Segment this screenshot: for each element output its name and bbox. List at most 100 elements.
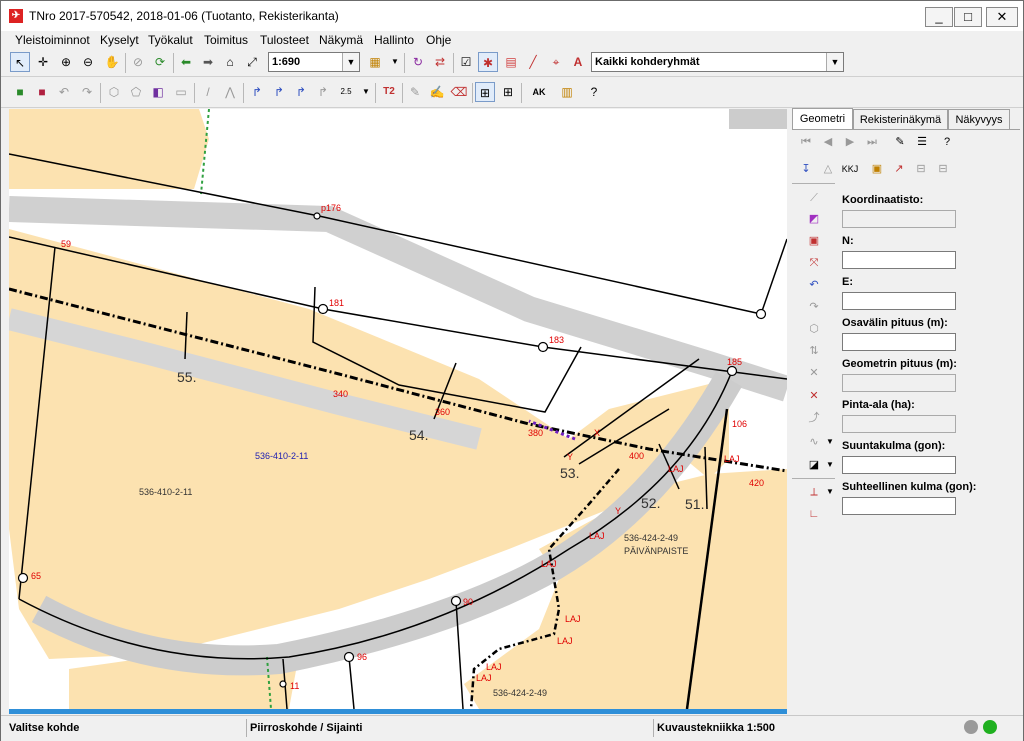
- menu-yleistoiminnot[interactable]: Yleistoiminnot: [13, 31, 92, 49]
- menu-ohje[interactable]: Ohje: [424, 31, 453, 49]
- delete-line-icon[interactable]: ✕: [804, 386, 824, 406]
- crosshair-icon[interactable]: ✛: [33, 52, 53, 72]
- cube-red-icon[interactable]: ■: [32, 82, 52, 102]
- first-vertex-icon[interactable]: ⏮: [796, 132, 816, 152]
- angle-tool-icon[interactable]: ⋀: [220, 82, 240, 102]
- edit-text-icon[interactable]: ✍: [427, 82, 447, 102]
- segment-length-field[interactable]: [842, 333, 956, 351]
- tab-geometri[interactable]: Geometri: [792, 108, 853, 130]
- close-button[interactable]: ✕: [986, 7, 1018, 27]
- e-field[interactable]: [842, 292, 956, 310]
- cancel-icon[interactable]: ⊘: [128, 52, 148, 72]
- menu-kyselyt[interactable]: Kyselyt: [98, 31, 141, 49]
- map-view[interactable]: p176 59 181 183 185 340 360 380 400 106 …: [9, 109, 787, 709]
- menu-tulosteet[interactable]: Tulosteet: [258, 31, 311, 49]
- dimension-icon[interactable]: 2.5: [336, 82, 356, 102]
- text-icon[interactable]: A: [568, 52, 588, 72]
- help-icon[interactable]: ?: [937, 132, 957, 152]
- relative-angle-field[interactable]: [842, 497, 956, 515]
- right-angle-icon[interactable]: ∟: [804, 504, 824, 524]
- tab-nakyvyys[interactable]: Näkyvyys: [948, 109, 1010, 129]
- delete-vertex-icon[interactable]: ⊟: [933, 159, 953, 179]
- maximize-button[interactable]: □: [954, 7, 982, 27]
- extend-icon[interactable]: ⤴: [804, 408, 824, 428]
- point-one-icon[interactable]: ↱: [247, 82, 267, 102]
- rotate-icon[interactable]: ↻: [408, 52, 428, 72]
- grid-frame-icon[interactable]: ⊞: [475, 82, 495, 102]
- undo-vertex-icon[interactable]: ↶: [804, 275, 824, 295]
- select-arrow-icon[interactable]: ↖: [10, 52, 30, 72]
- shape-gray-icon[interactable]: ⬡: [104, 82, 124, 102]
- vertex-icon[interactable]: ▣: [867, 159, 887, 179]
- chevron-down-icon[interactable]: ▼: [820, 482, 840, 502]
- parcel-number: 55.: [177, 369, 196, 385]
- zoom-out-icon[interactable]: ⊖: [78, 52, 98, 72]
- home-icon[interactable]: ⌂: [220, 52, 240, 72]
- slash-tool-icon[interactable]: /: [198, 82, 218, 102]
- chevron-down-icon[interactable]: ▼: [385, 52, 405, 72]
- layer-group-combo[interactable]: Kaikki kohderyhmät ▼: [591, 52, 844, 72]
- menu-nakyma[interactable]: Näkymä: [317, 31, 365, 49]
- snap-point-icon[interactable]: ↧: [796, 159, 816, 179]
- cut-icon[interactable]: ✕: [804, 363, 824, 383]
- map-sheet-icon[interactable]: ▥: [557, 82, 577, 102]
- menu-hallinto[interactable]: Hallinto: [372, 31, 416, 49]
- bus-icon[interactable]: ▭: [171, 82, 191, 102]
- point-label-icon[interactable]: ✱: [478, 52, 498, 72]
- line-draw-icon[interactable]: ⟋: [804, 188, 824, 208]
- minimize-button[interactable]: _: [925, 7, 953, 27]
- text-style-button[interactable]: T2: [379, 82, 399, 102]
- polygon-gray-icon[interactable]: ⬠: [126, 82, 146, 102]
- forward-arrow-icon[interactable]: ➡: [198, 52, 218, 72]
- list-icon[interactable]: ☰: [912, 132, 932, 152]
- redo-vertex-icon[interactable]: ↷: [804, 297, 824, 317]
- zoom-extent-icon[interactable]: ⤢: [242, 52, 262, 72]
- area-add-icon[interactable]: ◩: [804, 209, 824, 229]
- undo-icon[interactable]: ↶: [54, 82, 74, 102]
- target-icon[interactable]: ⌖: [546, 52, 566, 72]
- erase-icon[interactable]: ⌫: [449, 82, 469, 102]
- line-icon[interactable]: ╱: [523, 52, 543, 72]
- n-field[interactable]: [842, 251, 956, 269]
- checklist-icon[interactable]: ☑: [456, 52, 476, 72]
- split-line-icon[interactable]: ⤧: [804, 253, 824, 273]
- cube-purple-icon[interactable]: ◧: [148, 82, 168, 102]
- menu-tyokalut[interactable]: Työkalut: [146, 31, 195, 49]
- chevron-down-icon[interactable]: ▼: [820, 432, 840, 452]
- prev-vertex-icon[interactable]: ◀: [818, 132, 838, 152]
- point-label: 340: [333, 389, 348, 399]
- chevron-down-icon[interactable]: ▼: [356, 82, 376, 102]
- last-vertex-icon[interactable]: ⏭: [862, 132, 882, 152]
- transform-icon[interactable]: ⇅: [804, 341, 824, 361]
- point-four-icon[interactable]: ↱: [313, 82, 333, 102]
- grid-cross-icon[interactable]: ⊞: [498, 82, 518, 102]
- help-icon[interactable]: ?: [584, 82, 604, 102]
- next-vertex-icon[interactable]: ▶: [840, 132, 860, 152]
- point-two-icon[interactable]: ↱: [269, 82, 289, 102]
- scale-combo[interactable]: 1:690 ▼: [268, 52, 360, 72]
- area-fill-icon[interactable]: ▤: [501, 52, 521, 72]
- transfer-icon[interactable]: ⇄: [430, 52, 450, 72]
- back-arrow-icon[interactable]: ⬅: [176, 52, 196, 72]
- tab-rekisterinakyma[interactable]: Rekisterinäkymä: [853, 109, 948, 129]
- annotation-icon[interactable]: ✎: [405, 82, 425, 102]
- point-three-icon[interactable]: ↱: [291, 82, 311, 102]
- snap-line-icon[interactable]: △: [818, 159, 838, 179]
- redo-icon[interactable]: ↷: [77, 82, 97, 102]
- refresh-icon[interactable]: ⟳: [150, 52, 170, 72]
- area-select-icon[interactable]: ▣: [804, 231, 824, 251]
- cube-green-icon[interactable]: ■: [10, 82, 30, 102]
- horizontal-scrollbar[interactable]: [9, 709, 787, 714]
- ak-tag-button[interactable]: AK: [527, 82, 551, 102]
- chevron-down-icon[interactable]: ▼: [820, 455, 840, 475]
- layer-icon[interactable]: ▦: [365, 52, 385, 72]
- measure-icon[interactable]: ✎: [890, 132, 910, 152]
- direction-field[interactable]: [842, 456, 956, 474]
- zoom-in-icon[interactable]: ⊕: [56, 52, 76, 72]
- reshape-icon[interactable]: ⬡: [804, 319, 824, 339]
- menu-toimitus[interactable]: Toimitus: [202, 31, 250, 49]
- copy-vertex-icon[interactable]: ⊟: [911, 159, 931, 179]
- kkj-button[interactable]: KKJ: [840, 159, 860, 179]
- move-vertex-icon[interactable]: ↗: [889, 159, 909, 179]
- pan-hand-icon[interactable]: ✋: [102, 52, 122, 72]
